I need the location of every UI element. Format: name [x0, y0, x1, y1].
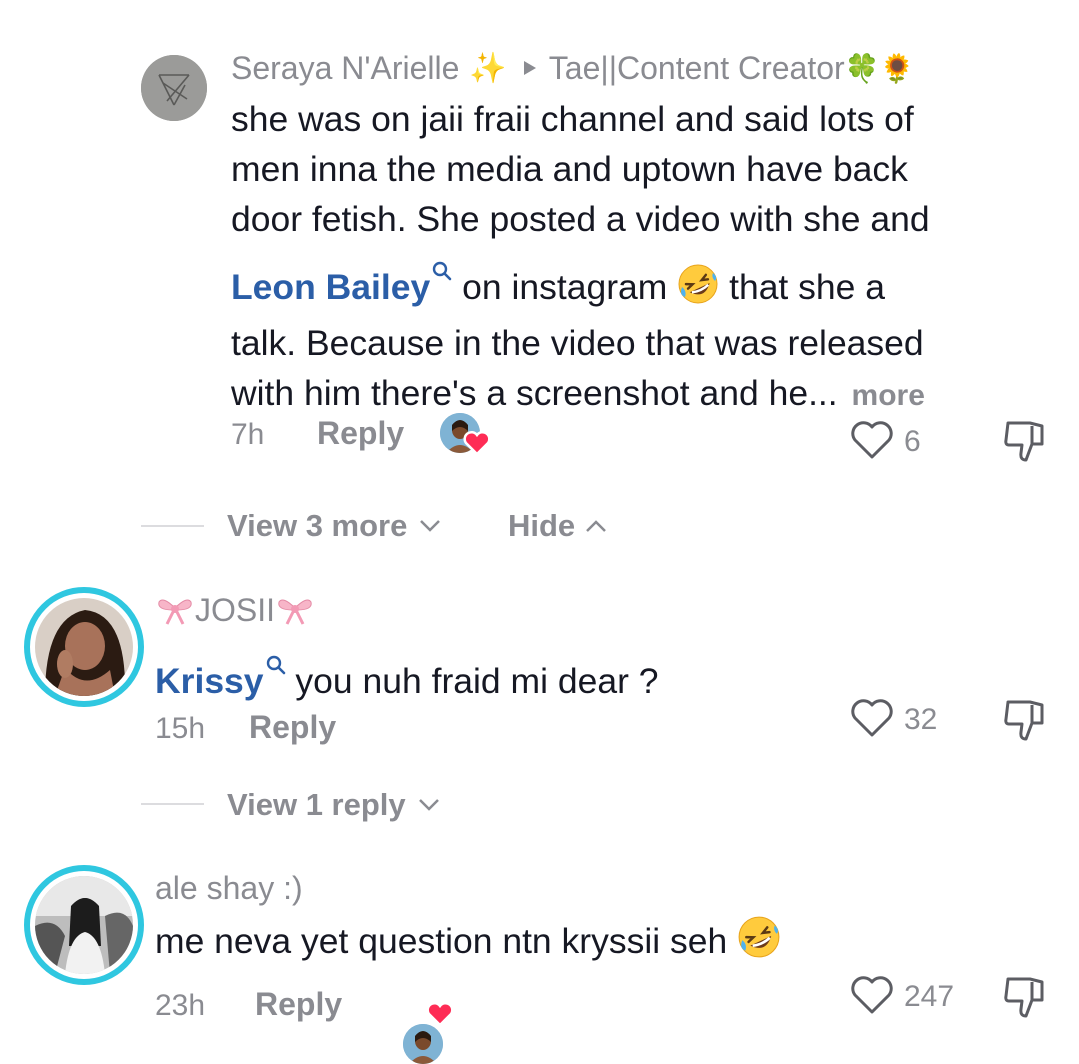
- view-replies-button[interactable]: View 1 reply: [227, 785, 440, 825]
- comment-line: door fetish. She posted a video with she…: [231, 199, 930, 239]
- heart-outline-icon[interactable]: [850, 420, 894, 465]
- sparkle-emoji: ✨: [469, 51, 507, 85]
- comment-segment: on instagram: [452, 267, 678, 307]
- comment-text-ale-shay: me neva yet question ntn kryssii seh: [155, 915, 1035, 972]
- chevron-up-icon: [585, 519, 607, 533]
- thumbs-down-icon[interactable]: [1000, 697, 1048, 748]
- chevron-down-icon: [418, 798, 440, 812]
- reply-button[interactable]: Reply: [317, 415, 404, 452]
- username-row: Seraya N'Arielle ✨ Tae||Content Creator …: [231, 48, 914, 88]
- creator-heart-icon: [463, 430, 491, 461]
- comment-text-seraya: she was on jaii fraii channel and said l…: [231, 94, 1051, 421]
- timestamp: 7h: [231, 418, 265, 451]
- play-triangle-icon: [523, 60, 537, 76]
- hide-label: Hide: [508, 508, 576, 543]
- creator-heart-icon: [426, 1001, 454, 1032]
- comment-text-josii: Krissy you nuh fraid mi dear ?: [155, 638, 1035, 706]
- search-icon[interactable]: [266, 638, 286, 688]
- more-link[interactable]: more: [852, 379, 925, 412]
- rolling-laughing-emoji: [677, 263, 719, 318]
- heart-outline-icon[interactable]: [850, 975, 894, 1020]
- mention-leon-bailey[interactable]: Leon Bailey: [231, 267, 430, 307]
- avatar-seraya[interactable]: [141, 55, 207, 121]
- comment-line: with him there's a screenshot and he... …: [231, 368, 1051, 421]
- reply-button[interactable]: Reply: [255, 986, 342, 1023]
- username-josii[interactable]: JOSII: [195, 592, 275, 629]
- view-replies-label: View 1 reply: [227, 787, 406, 822]
- thumbs-down-icon[interactable]: [1000, 418, 1048, 469]
- thread-divider: [141, 525, 204, 527]
- avatar-photo: [35, 876, 133, 974]
- avatar-ale-shay[interactable]: [24, 865, 144, 985]
- comment-segment: that she a: [719, 267, 886, 307]
- reply-to-emojis: 🍀🌻: [844, 52, 915, 84]
- comment-line: talk. Because in the video that was rele…: [231, 323, 924, 363]
- ribbon-emoji: [155, 594, 195, 626]
- view-more-replies-button[interactable]: View 3 more: [227, 506, 441, 546]
- username-ale-shay[interactable]: ale shay :): [155, 868, 303, 908]
- reply-to-username[interactable]: Tae||Content Creator: [549, 50, 845, 87]
- view-more-label: View 3 more: [227, 508, 408, 543]
- timestamp: 23h: [155, 989, 206, 1022]
- like-count: 6: [904, 425, 921, 458]
- avatar-josii[interactable]: [24, 587, 144, 707]
- comment-segment: with him there's a screenshot and he...: [231, 373, 838, 413]
- comment-segment: you nuh fraid mi dear ?: [285, 661, 659, 701]
- thread-divider: [141, 803, 204, 805]
- chevron-down-icon: [419, 519, 441, 533]
- reply-button[interactable]: Reply: [249, 709, 336, 746]
- username-row: JOSII: [155, 590, 315, 630]
- timestamp: 15h: [155, 712, 206, 745]
- avatar-photo: [35, 598, 133, 696]
- heart-outline-icon[interactable]: [850, 698, 894, 743]
- rolling-laughing-emoji: [737, 915, 781, 972]
- like-count: 32: [904, 703, 938, 736]
- comment-line: Leon Bailey on instagram that she a: [231, 244, 1051, 318]
- like-count: 247: [904, 980, 955, 1013]
- comment-line: she was on jaii fraii channel and said l…: [231, 99, 914, 139]
- username-seraya[interactable]: Seraya N'Arielle: [231, 50, 459, 87]
- ribbon-emoji: [275, 594, 315, 626]
- avatar-sigil-icon: [141, 55, 207, 121]
- comment-line: men inna the media and uptown have back: [231, 149, 908, 189]
- search-icon[interactable]: [432, 244, 452, 294]
- comment-seraya: Seraya N'Arielle ✨ Tae||Content Creator …: [0, 0, 1079, 462]
- hide-replies-button[interactable]: Hide: [508, 506, 607, 546]
- thumbs-down-icon[interactable]: [1000, 974, 1048, 1025]
- comment-segment: me neva yet question ntn kryssii seh: [155, 921, 728, 961]
- mention-krissy[interactable]: Krissy: [155, 661, 264, 701]
